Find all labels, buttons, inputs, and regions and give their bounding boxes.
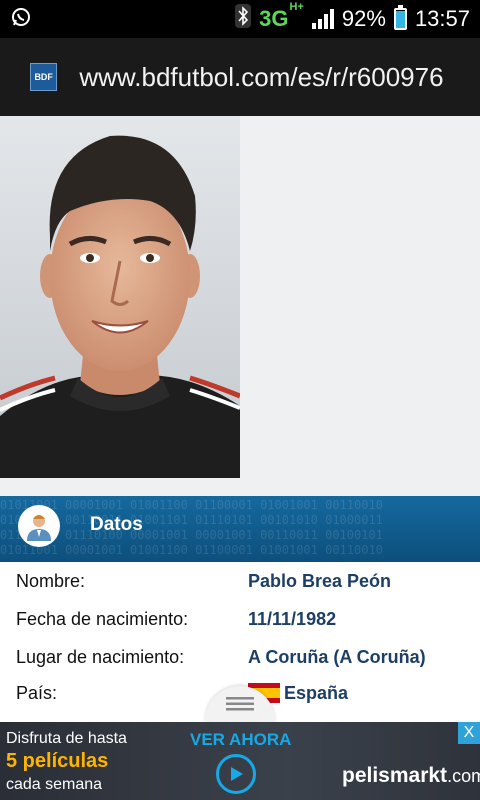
info-value: Pablo Brea Peón (248, 570, 392, 591)
country-name[interactable]: España (284, 683, 348, 704)
ad-line-2: 5 películas (6, 750, 109, 772)
info-row-birthplace: Lugar de nacimiento: A Coruña (A Coruña) (0, 638, 480, 676)
binary-line: 01011001 00001001 01001100 01100001 0100… (0, 498, 383, 512)
info-value-link[interactable]: A Coruña (A Coruña) (248, 647, 426, 668)
status-left (10, 6, 32, 33)
status-right: 3GH+ 92% 13:57 (235, 1, 470, 34)
info-label: Nombre: (16, 570, 86, 591)
ad-brand-name: pelismarkt (342, 764, 448, 787)
binary-line: 01011001 00001001 01001100 01100001 0100… (0, 543, 383, 557)
whatsapp-icon (10, 6, 32, 33)
binary-background: 01011001 00001001 01001100 01100001 0100… (0, 498, 480, 558)
info-row-name: Nombre: Pablo Brea Peón (0, 562, 480, 600)
info-label: País: (16, 682, 58, 703)
ad-brand-logo: pelismarkt.com (342, 764, 480, 788)
info-row-birthdate: Fecha de nacimiento: 11/11/1982 (0, 600, 480, 638)
network-type: 3GH+ (259, 1, 304, 32)
signal-icon (311, 9, 334, 29)
ad-line-3: cada semana (6, 776, 103, 793)
battery-icon (393, 5, 407, 30)
ad-line-1: Disfruta de hasta (6, 730, 127, 747)
section-title: Datos (90, 514, 143, 535)
player-photo (0, 116, 240, 478)
menu-lines-icon (226, 697, 254, 711)
binary-line: 01000101 00110011 01001101 01110101 0010… (0, 513, 383, 527)
network-sup: H+ (289, 0, 304, 13)
network-label: 3G (259, 6, 289, 31)
ad-cta-button[interactable]: VER AHORA (190, 730, 291, 750)
clock: 13:57 (414, 6, 470, 31)
photo-area (0, 116, 480, 496)
binary-line: 01100001 01110100 00001001 00001001 0011… (0, 528, 383, 542)
status-bar: 3GH+ 92% 13:57 (0, 0, 480, 38)
info-label: Fecha de nacimiento: (16, 608, 189, 629)
datos-header: 01011001 00001001 01001100 01100001 0100… (0, 496, 480, 562)
site-favicon: BDF (30, 63, 58, 91)
url-bar[interactable]: BDF www.bdfutbol.com/es/r/r600976 (0, 38, 480, 116)
ad-banner[interactable]: Disfruta de hasta 5 películas cada seman… (0, 722, 480, 800)
ad-close-button[interactable]: X (458, 722, 480, 744)
battery-percent: 92% (341, 6, 386, 31)
info-value: 11/11/1982 (248, 608, 337, 629)
user-avatar-icon (18, 505, 60, 547)
ad-brand-tld: .com (447, 766, 480, 786)
url-text[interactable]: www.bdfutbol.com/es/r/r600976 (79, 62, 460, 93)
info-label: Lugar de nacimiento: (16, 646, 185, 667)
bluetooth-icon (235, 4, 252, 34)
play-icon[interactable] (216, 754, 256, 794)
